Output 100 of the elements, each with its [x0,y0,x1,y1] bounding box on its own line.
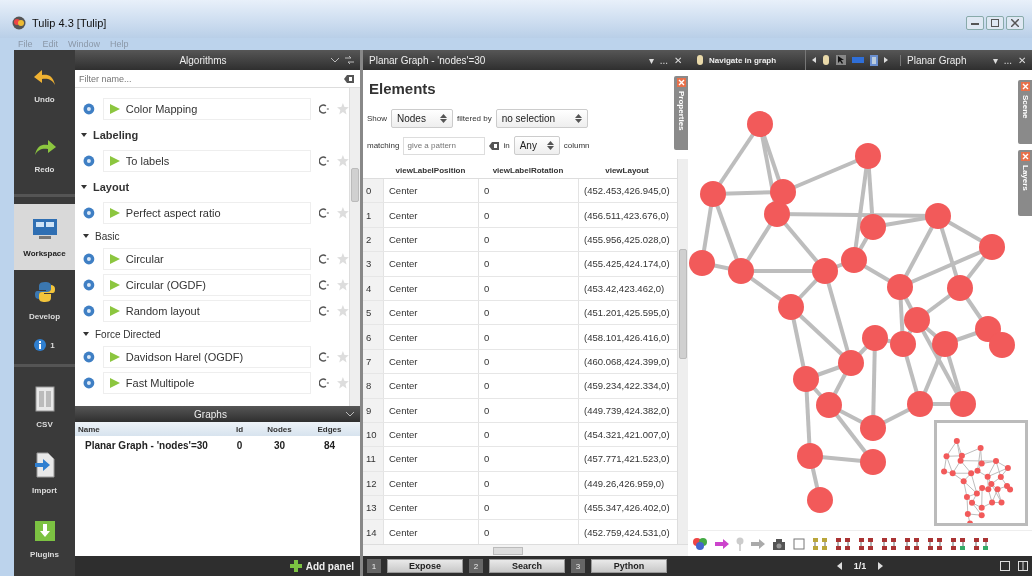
stepper-icon [440,114,447,123]
table-cell: 0 [478,496,578,520]
algorithm-button[interactable]: Random layout [102,300,312,322]
sidebar-item[interactable]: Redo [14,120,75,190]
pattern-field[interactable]: give a pattern [403,136,486,155]
column-header[interactable]: viewLabelPosition [383,166,478,175]
chevron-icon [331,57,339,63]
play-icon [109,280,120,290]
graph-node[interactable] [887,274,913,300]
graph-node[interactable] [841,247,867,273]
graph-node[interactable] [793,366,819,392]
row-number: 10 [363,422,383,447]
scrollbar[interactable] [349,88,360,406]
algorithm-button[interactable]: Color Mapping [102,98,312,120]
scrollbar[interactable] [677,159,688,544]
table-cell: (451.201,425.595,0) [578,300,676,325]
column-header[interactable]: viewLabelRotation [478,166,578,175]
header-button[interactable]: ▾ [992,54,998,66]
sidebar-item[interactable]: 1 [14,330,75,360]
header-button[interactable]: ✕ [674,54,682,66]
category-label[interactable]: Labeling [93,129,139,141]
sidebar-item[interactable]: Plugins [14,506,75,572]
graph-node[interactable] [797,443,823,469]
graph-node[interactable] [890,331,916,357]
graph-node[interactable] [862,325,888,351]
single-view-icon [1000,561,1010,571]
algorithm-button[interactable]: To labels [102,150,312,172]
sidebar-item[interactable]: Workspace [14,204,75,270]
category-label[interactable]: Force Directed [95,328,161,340]
panel-tab[interactable]: Expose [387,559,463,573]
graph-node[interactable] [975,316,1001,342]
graph-node[interactable] [950,391,976,417]
sidebar-item[interactable]: CSV [14,374,75,440]
category-label[interactable]: Basic [95,230,120,242]
star-icon [337,103,349,115]
sidebar-item[interactable]: Undo [14,50,75,120]
header-button[interactable]: ✕ [1018,54,1026,66]
panel-title: Planar Graph - 'nodes'=30 [369,54,486,66]
graph-node[interactable] [989,332,1015,358]
graph-node[interactable] [947,275,973,301]
graph-node[interactable] [855,143,881,169]
add-panel-button[interactable]: Add panel [287,560,356,572]
graph-node[interactable] [764,201,790,227]
star-icon [337,351,349,363]
column-header[interactable]: Id [223,424,253,434]
graph-node[interactable] [979,234,1005,260]
graph-node[interactable] [689,250,715,276]
algorithm-button[interactable]: Circular (OGDF) [102,274,312,296]
graph-node[interactable] [860,214,886,240]
play-icon [109,254,120,264]
table-cell: 0 [478,398,578,422]
graph-node[interactable] [700,181,726,207]
header-button[interactable]: ▾ [648,54,654,66]
algorithm-button[interactable]: Perfect aspect ratio [102,202,312,224]
column-header[interactable]: Edges [303,424,353,434]
filter-field[interactable]: Filter name... [79,73,344,84]
graph-node[interactable] [816,392,842,418]
graph-node[interactable] [860,449,886,475]
category-label[interactable]: Layout [93,181,130,193]
graph-node[interactable] [778,294,804,320]
sidebar-item[interactable]: Develop [14,270,75,330]
table-cell: Center [383,398,478,422]
graph-node[interactable] [925,203,951,229]
column-header[interactable]: Name [75,424,223,434]
table-cell: Center [383,252,478,276]
minimize-button[interactable] [966,16,984,30]
minimap[interactable] [934,420,1028,526]
graph-node[interactable] [907,391,933,417]
matching-label: matching [367,141,400,150]
window-title: Tulip 4.3 [Tulip] [32,17,107,29]
column-select[interactable]: Any [513,136,560,155]
graph-node[interactable] [904,307,930,333]
algorithm-button[interactable]: Davidson Harel (OGDF) [102,346,312,368]
tab-number: 1 [367,559,381,573]
graph-node[interactable] [860,415,886,441]
close-button[interactable] [1006,16,1024,30]
panel-tab[interactable]: Python [591,559,667,573]
graph-node[interactable] [770,179,796,205]
panel-tab[interactable]: Search [489,559,565,573]
graph-node[interactable] [932,331,958,357]
graph-node[interactable] [812,258,838,284]
maximize-button[interactable] [986,16,1004,30]
header-button[interactable]: ... [1003,54,1012,66]
graph-node[interactable] [838,350,864,376]
algorithm-button[interactable]: Circular [102,248,312,270]
graph-node[interactable] [747,111,773,137]
header-button[interactable]: ... [659,54,668,66]
sidebar-item[interactable]: Import [14,440,75,506]
caret-left-icon [836,562,842,570]
table-cell: (455.425,424.174,0) [578,252,676,276]
horizontal-scrollbar[interactable] [363,544,688,556]
graph-node[interactable] [807,487,833,513]
algorithm-button[interactable]: Fast Multipole [102,372,312,394]
show-select[interactable]: Nodes [391,109,453,128]
graph-node[interactable] [728,258,754,284]
filter-select[interactable]: no selection [495,109,588,128]
arrow-icon [751,538,765,549]
view-select[interactable]: Planar Graph [900,54,967,66]
column-header[interactable]: Nodes [253,424,303,434]
column-header[interactable]: viewLayout [578,166,676,175]
